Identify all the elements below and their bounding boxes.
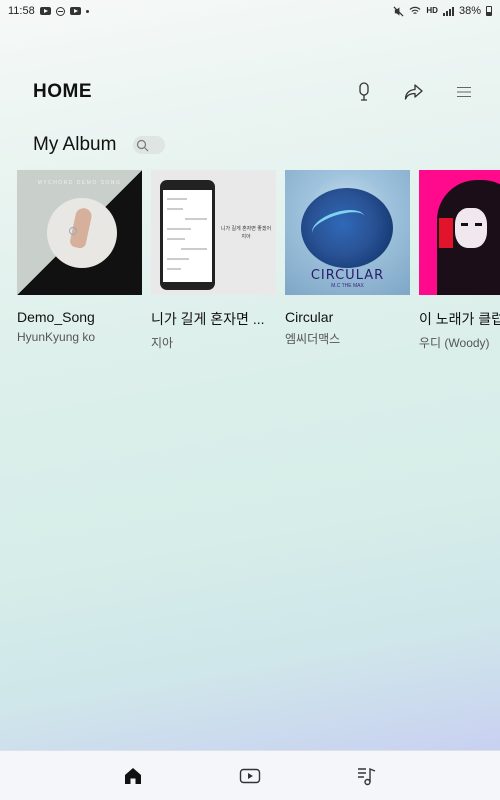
album-title: 이 노래가 클럽에서 [419,311,500,327]
page-title: HOME [33,81,92,102]
album-artist: HyunKyung ko [17,330,96,344]
album-card[interactable]: MYCHORD DEMO SONG Demo_Song HyunKyung ko [17,170,142,351]
share-icon[interactable] [403,81,425,103]
album-card[interactable]: CIRCULAR M.C THE MAX Circular 엠씨더맥스 [285,170,410,351]
battery-percent: 38% [458,5,481,17]
mute-icon [393,5,404,17]
album-title: Demo_Song [17,309,95,325]
album-card[interactable]: 이 노래가 클럽에서 우디 (Woody) [419,170,500,351]
cover-caption: MYCHORD DEMO SONG [37,180,122,186]
hd-voice-label: HD [426,6,438,15]
dnd-icon [55,6,65,16]
album-cover-circular: CIRCULAR M.C THE MAX [285,170,410,295]
more-notifications-dot-icon [85,9,89,13]
album-list: MYCHORD DEMO SONG Demo_Song HyunKyung ko… [17,170,500,351]
album-artist: 엠씨더맥스 [285,332,341,346]
video-icon [239,768,261,783]
search-icon [137,139,149,151]
nav-video[interactable] [236,762,264,790]
nav-home[interactable] [119,762,147,790]
music-list-icon [357,767,375,785]
status-left: 11:58 [8,5,89,17]
youtube-notification-icon [39,7,51,15]
header-actions [353,81,475,103]
home-icon [125,767,142,784]
cover-title: CIRCULAR [310,268,385,283]
cover-caption: 니가 길게 혼자면 좋겠어 지아 [220,226,272,240]
my-album-header: My Album [33,134,166,156]
menu-icon[interactable] [453,81,475,103]
battery-icon [486,6,492,16]
album-cover-woody [419,170,500,295]
album-title: Circular [285,309,334,325]
signal-icon [442,6,454,16]
status-bar: 11:58 HD 38% [0,0,500,22]
album-search-toggle[interactable] [133,136,166,154]
album-title: 니가 길게 혼자면 ... [151,311,265,327]
status-time: 11:58 [8,5,35,17]
section-title: My Album [33,134,117,155]
album-cover-jia: 니가 길게 혼자면 좋겠어 지아 [151,170,276,295]
status-right: HD 38% [393,5,492,17]
header: HOME [0,70,500,114]
cover-subtitle: M.C THE MAX [331,283,364,289]
album-artist: 우디 (Woody) [419,336,490,350]
youtube-notification-icon-2 [69,7,81,15]
wifi-icon [409,6,421,14]
microphone-icon[interactable] [353,81,375,103]
bottom-navigation [0,750,500,800]
album-card[interactable]: 니가 길게 혼자면 좋겠어 지아 니가 길게 혼자면 ... 지아 [151,170,276,351]
nav-music-list[interactable] [353,762,381,790]
album-cover-demo-song: MYCHORD DEMO SONG [17,170,142,295]
album-artist: 지아 [151,336,174,350]
